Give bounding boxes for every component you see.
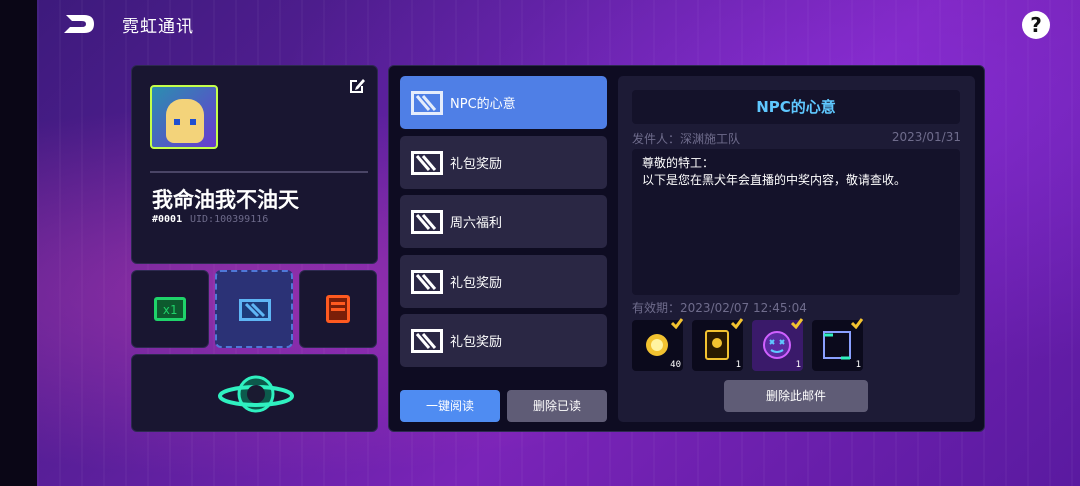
- mail-item[interactable]: NPC的心意: [400, 76, 607, 129]
- mail-panel: NPC的心意 礼包奖励 周六福利 礼包奖励 礼包奖励 一键阅读 删除已读 NPC…: [388, 65, 985, 432]
- book-button[interactable]: [299, 270, 377, 348]
- planet-icon: [218, 375, 294, 413]
- battery-icon: x1: [154, 297, 186, 321]
- left-edge-bar: [0, 0, 37, 486]
- mail-detail: NPC的心意 发件人：深渊施工队 2023/01/31 尊敬的特工： 以下是您在…: [618, 76, 975, 422]
- mail-item-label: 礼包奖励: [450, 157, 503, 172]
- book-icon: [326, 295, 350, 323]
- profile-card: 我命油我不油天 #0001 UID:100399116: [131, 65, 378, 264]
- mail-item-label: 周六福利: [450, 216, 503, 231]
- mail-icon: [239, 299, 271, 321]
- weapon-card-icon: [705, 330, 729, 360]
- player-number: #0001: [152, 214, 183, 225]
- help-button[interactable]: ?: [1022, 11, 1050, 39]
- mail-expiry: 有效期：2023/02/07 12:45:04: [632, 301, 807, 315]
- mail-body: 尊敬的特工： 以下是您在黑犬年会直播的中奖内容，敬请查收。: [632, 149, 960, 295]
- mail-date: 2023/01/31: [891, 130, 961, 144]
- check-icon: [791, 318, 803, 329]
- mail-item[interactable]: 礼包奖励: [400, 136, 607, 189]
- svg-text:x1: x1: [163, 303, 177, 317]
- page-title: 霓虹通讯: [122, 17, 194, 37]
- avatar[interactable]: [150, 85, 218, 149]
- mail-sender: 发件人：深渊施工队: [632, 132, 741, 146]
- mail-item[interactable]: 周六福利: [400, 195, 607, 248]
- player-uid: UID:100399116: [190, 214, 269, 225]
- planet-button[interactable]: [131, 354, 378, 432]
- delete-mail-button[interactable]: 删除此邮件: [724, 380, 868, 412]
- mail-item[interactable]: 礼包奖励: [400, 314, 607, 367]
- mail-item-label: 礼包奖励: [450, 335, 503, 350]
- edit-icon[interactable]: [347, 76, 367, 96]
- reward-item[interactable]: 40: [632, 318, 683, 371]
- reward-item[interactable]: 1: [812, 318, 863, 371]
- battery-button[interactable]: x1: [131, 270, 209, 348]
- reward-item[interactable]: 1: [692, 318, 743, 371]
- mail-body-line: 尊敬的特工：: [642, 156, 715, 170]
- reward-qty: 1: [795, 360, 801, 370]
- read-all-button[interactable]: 一键阅读: [400, 390, 500, 422]
- mail-item[interactable]: 礼包奖励: [400, 255, 607, 308]
- delete-read-button[interactable]: 删除已读: [507, 390, 607, 422]
- gold-gem-icon: [646, 334, 668, 356]
- mail-item-label: 礼包奖励: [450, 276, 503, 291]
- envelope-icon: [411, 209, 443, 234]
- player-name: 我命油我不油天: [152, 187, 299, 212]
- reward-qty: 1: [735, 360, 741, 370]
- mail-tab-button[interactable]: [215, 270, 293, 348]
- envelope-icon: [411, 328, 443, 353]
- reward-item[interactable]: 1: [752, 318, 803, 371]
- frame-icon: [823, 331, 851, 360]
- avatar-eyes: [174, 119, 196, 125]
- check-icon: [671, 318, 683, 329]
- mail-title: NPC的心意: [632, 90, 960, 124]
- emoji-face-icon: [763, 331, 791, 359]
- check-icon: [851, 318, 863, 329]
- mail-body-line: 以下是您在黑犬年会直播的中奖内容，敬请查收。: [642, 173, 907, 187]
- envelope-icon: [411, 90, 443, 115]
- check-icon: [731, 318, 743, 329]
- reward-qty: 1: [855, 360, 861, 370]
- profile-divider: [150, 171, 368, 173]
- envelope-icon: [411, 150, 443, 175]
- envelope-icon: [411, 269, 443, 294]
- reward-qty: 40: [670, 360, 681, 370]
- mail-item-label: NPC的心意: [450, 97, 516, 112]
- back-logo-icon[interactable]: [62, 13, 96, 35]
